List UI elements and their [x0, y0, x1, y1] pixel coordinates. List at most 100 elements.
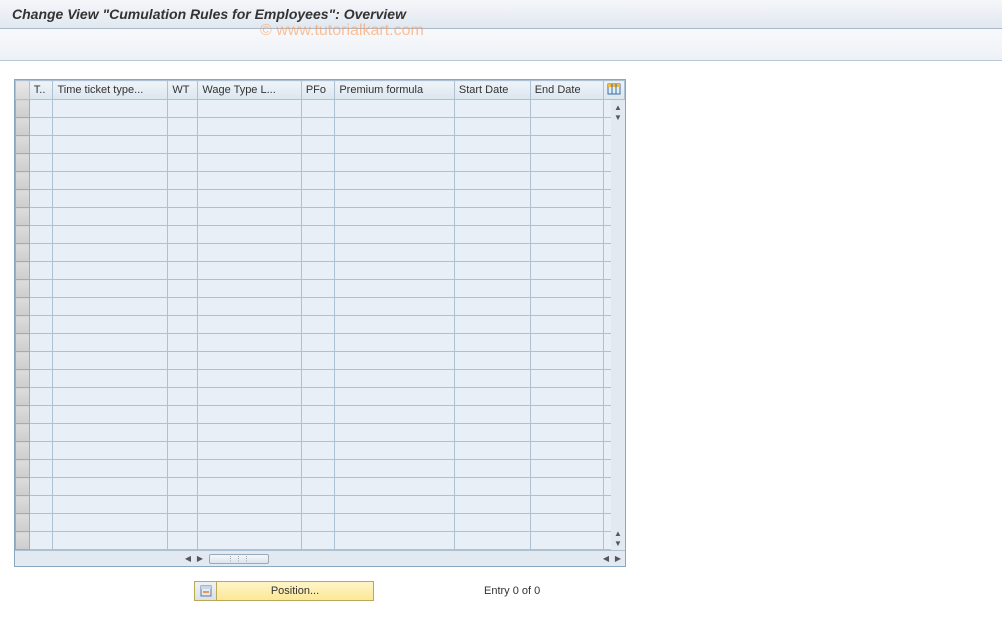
cell[interactable]: [301, 154, 335, 172]
cell[interactable]: [301, 244, 335, 262]
cell[interactable]: [530, 352, 604, 370]
cell[interactable]: [454, 208, 530, 226]
cell[interactable]: [198, 262, 301, 280]
cell[interactable]: [168, 532, 198, 550]
cell[interactable]: [335, 514, 455, 532]
cell[interactable]: [198, 136, 301, 154]
cell[interactable]: [53, 460, 168, 478]
cell[interactable]: [335, 118, 455, 136]
cell[interactable]: [530, 172, 604, 190]
cell[interactable]: [454, 514, 530, 532]
cell[interactable]: [53, 352, 168, 370]
cell[interactable]: [29, 388, 53, 406]
cell[interactable]: [301, 352, 335, 370]
cell[interactable]: [53, 190, 168, 208]
cell[interactable]: [335, 208, 455, 226]
cell[interactable]: [530, 370, 604, 388]
cell[interactable]: [335, 226, 455, 244]
cell[interactable]: [301, 280, 335, 298]
column-header-start-date[interactable]: Start Date: [454, 81, 530, 100]
cell[interactable]: [29, 478, 53, 496]
cell[interactable]: [53, 388, 168, 406]
cell[interactable]: [335, 388, 455, 406]
cell[interactable]: [301, 442, 335, 460]
cell[interactable]: [530, 154, 604, 172]
row-selector[interactable]: [16, 208, 30, 226]
cell[interactable]: [335, 442, 455, 460]
row-selector[interactable]: [16, 406, 30, 424]
cell[interactable]: [335, 352, 455, 370]
cell[interactable]: [53, 118, 168, 136]
cell[interactable]: [53, 514, 168, 532]
cell[interactable]: [198, 244, 301, 262]
cell[interactable]: [29, 208, 53, 226]
cell[interactable]: [454, 154, 530, 172]
cell[interactable]: [168, 460, 198, 478]
cell[interactable]: [301, 190, 335, 208]
cell[interactable]: [53, 406, 168, 424]
cell[interactable]: [53, 280, 168, 298]
row-selector[interactable]: [16, 244, 30, 262]
table-row[interactable]: [16, 208, 625, 226]
cell[interactable]: [29, 262, 53, 280]
cell[interactable]: [198, 424, 301, 442]
cell[interactable]: [53, 442, 168, 460]
cell[interactable]: [301, 514, 335, 532]
cell[interactable]: [301, 226, 335, 244]
cell[interactable]: [198, 226, 301, 244]
table-row[interactable]: [16, 478, 625, 496]
cell[interactable]: [168, 424, 198, 442]
cell[interactable]: [301, 100, 335, 118]
cell[interactable]: [29, 136, 53, 154]
cell[interactable]: [198, 154, 301, 172]
table-row[interactable]: [16, 154, 625, 172]
cell[interactable]: [301, 532, 335, 550]
cell[interactable]: [198, 100, 301, 118]
table-row[interactable]: [16, 244, 625, 262]
cell[interactable]: [168, 208, 198, 226]
cell[interactable]: [29, 514, 53, 532]
cell[interactable]: [198, 352, 301, 370]
cell[interactable]: [530, 244, 604, 262]
column-header-premium-formula[interactable]: Premium formula: [335, 81, 455, 100]
cell[interactable]: [168, 370, 198, 388]
cell[interactable]: [454, 388, 530, 406]
scroll-right-button-right[interactable]: ▶: [613, 554, 623, 564]
cell[interactable]: [168, 298, 198, 316]
cell[interactable]: [29, 334, 53, 352]
cell[interactable]: [335, 370, 455, 388]
row-selector[interactable]: [16, 442, 30, 460]
table-row[interactable]: [16, 406, 625, 424]
cell[interactable]: [301, 136, 335, 154]
cell[interactable]: [335, 460, 455, 478]
cell[interactable]: [335, 100, 455, 118]
cell[interactable]: [335, 154, 455, 172]
cell[interactable]: [530, 118, 604, 136]
cell[interactable]: [335, 406, 455, 424]
horizontal-scrollbar[interactable]: ◀ ▶ ⋮⋮⋮ ◀ ▶: [15, 550, 625, 566]
cell[interactable]: [168, 136, 198, 154]
cell[interactable]: [530, 316, 604, 334]
cell[interactable]: [29, 352, 53, 370]
row-selector[interactable]: [16, 190, 30, 208]
cell[interactable]: [168, 262, 198, 280]
cell[interactable]: [29, 172, 53, 190]
cell[interactable]: [530, 100, 604, 118]
cell[interactable]: [168, 100, 198, 118]
cell[interactable]: [301, 334, 335, 352]
cell[interactable]: [301, 316, 335, 334]
cell[interactable]: [335, 172, 455, 190]
cell[interactable]: [168, 244, 198, 262]
cell[interactable]: [53, 244, 168, 262]
table-row[interactable]: [16, 262, 625, 280]
cell[interactable]: [454, 478, 530, 496]
select-all-header[interactable]: [16, 81, 30, 100]
cell[interactable]: [168, 172, 198, 190]
scroll-left-button[interactable]: ◀: [183, 554, 193, 564]
row-selector[interactable]: [16, 100, 30, 118]
cell[interactable]: [53, 154, 168, 172]
cell[interactable]: [53, 208, 168, 226]
row-selector[interactable]: [16, 316, 30, 334]
cell[interactable]: [53, 478, 168, 496]
column-header-wage-type-l[interactable]: Wage Type L...: [198, 81, 301, 100]
